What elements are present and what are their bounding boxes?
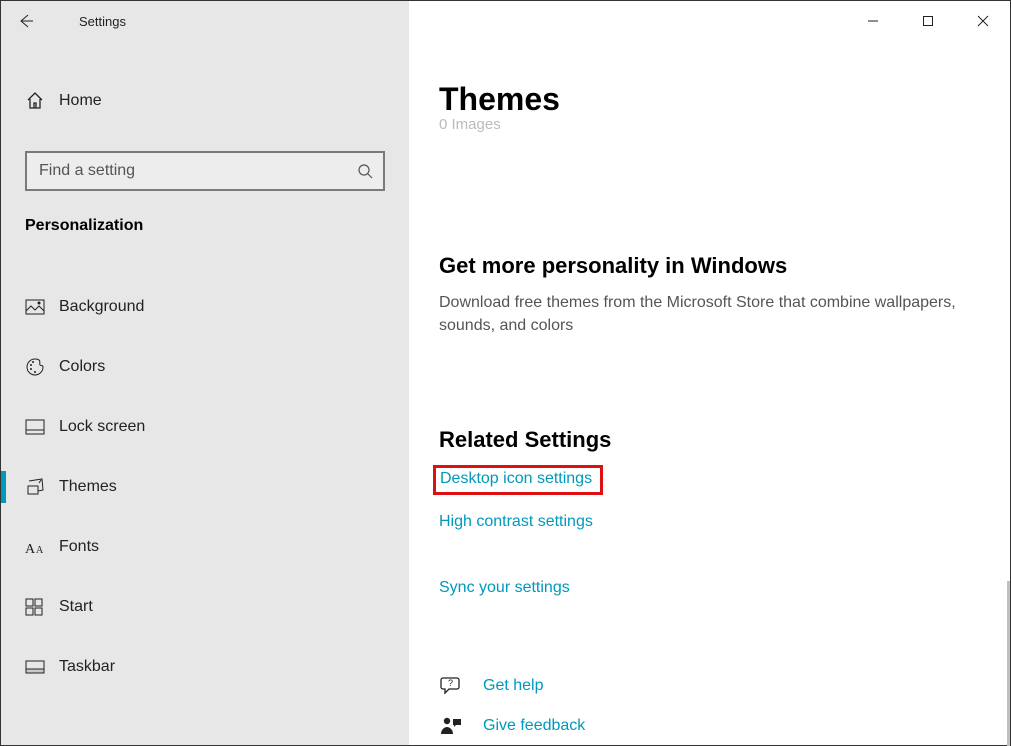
section-related-title: Related Settings bbox=[439, 427, 970, 453]
feedback-person-icon bbox=[439, 715, 463, 737]
link-desktop-icon-settings[interactable]: Desktop icon settings bbox=[440, 470, 592, 488]
search-icon bbox=[357, 163, 373, 179]
home-label: Home bbox=[59, 92, 102, 110]
link-give-feedback[interactable]: Give feedback bbox=[483, 717, 585, 735]
sidebar-item-label: Colors bbox=[59, 358, 105, 376]
svg-text:A: A bbox=[25, 542, 36, 555]
back-arrow-icon bbox=[17, 12, 35, 30]
close-button[interactable] bbox=[955, 1, 1010, 41]
highlighted-link-box: Desktop icon settings bbox=[433, 465, 603, 495]
picture-icon bbox=[25, 299, 45, 315]
link-get-help[interactable]: Get help bbox=[483, 677, 543, 695]
category-label: Personalization bbox=[1, 213, 409, 253]
svg-text:A: A bbox=[36, 545, 44, 555]
sidebar-item-background[interactable]: Background bbox=[1, 277, 409, 337]
fonts-icon: AA bbox=[25, 539, 47, 555]
sidebar-item-label: Background bbox=[59, 298, 144, 316]
sidebar-item-fonts[interactable]: AA Fonts bbox=[1, 517, 409, 577]
sidebar-item-label: Start bbox=[59, 598, 93, 616]
main-content: Themes 0 Images Get more personality in … bbox=[409, 41, 1010, 745]
sidebar-item-colors[interactable]: Colors bbox=[1, 337, 409, 397]
link-sync-settings[interactable]: Sync your settings bbox=[439, 579, 570, 597]
sidebar-item-themes[interactable]: Themes bbox=[1, 457, 409, 517]
home-icon bbox=[25, 91, 45, 111]
taskbar-icon bbox=[25, 660, 45, 674]
maximize-icon bbox=[922, 15, 934, 27]
minimize-button[interactable] bbox=[845, 1, 900, 41]
lockscreen-icon bbox=[25, 419, 45, 435]
sidebar: Home Personalization Background bbox=[1, 41, 409, 745]
close-icon bbox=[977, 15, 989, 27]
window-title: Settings bbox=[51, 14, 126, 29]
section-personality-desc: Download free themes from the Microsoft … bbox=[439, 291, 959, 337]
search-input[interactable] bbox=[37, 161, 357, 181]
page-title: Themes bbox=[439, 81, 970, 118]
sidebar-item-label: Lock screen bbox=[59, 418, 145, 436]
sidebar-item-label: Fonts bbox=[59, 538, 99, 556]
sidebar-item-lockscreen[interactable]: Lock screen bbox=[1, 397, 409, 457]
maximize-button[interactable] bbox=[900, 1, 955, 41]
section-personality-title: Get more personality in Windows bbox=[439, 253, 970, 279]
clipped-text: 0 Images bbox=[439, 116, 970, 133]
minimize-icon bbox=[867, 15, 879, 27]
settings-window: Settings Home bbox=[0, 0, 1011, 746]
sidebar-item-taskbar[interactable]: Taskbar bbox=[1, 637, 409, 697]
scrollbar[interactable] bbox=[1007, 581, 1010, 746]
sidebar-item-start[interactable]: Start bbox=[1, 577, 409, 637]
themes-icon bbox=[25, 477, 45, 497]
palette-icon bbox=[25, 357, 45, 377]
sidebar-item-label: Taskbar bbox=[59, 658, 115, 676]
title-bar: Settings bbox=[1, 1, 1010, 41]
sidebar-item-label: Themes bbox=[59, 478, 117, 496]
start-icon bbox=[25, 598, 43, 616]
link-high-contrast-settings[interactable]: High contrast settings bbox=[439, 513, 593, 531]
search-box[interactable] bbox=[25, 151, 385, 191]
svg-text:?: ? bbox=[448, 678, 453, 688]
back-button[interactable] bbox=[1, 1, 51, 41]
home-nav[interactable]: Home bbox=[1, 71, 409, 131]
help-chat-icon: ? bbox=[439, 675, 463, 697]
